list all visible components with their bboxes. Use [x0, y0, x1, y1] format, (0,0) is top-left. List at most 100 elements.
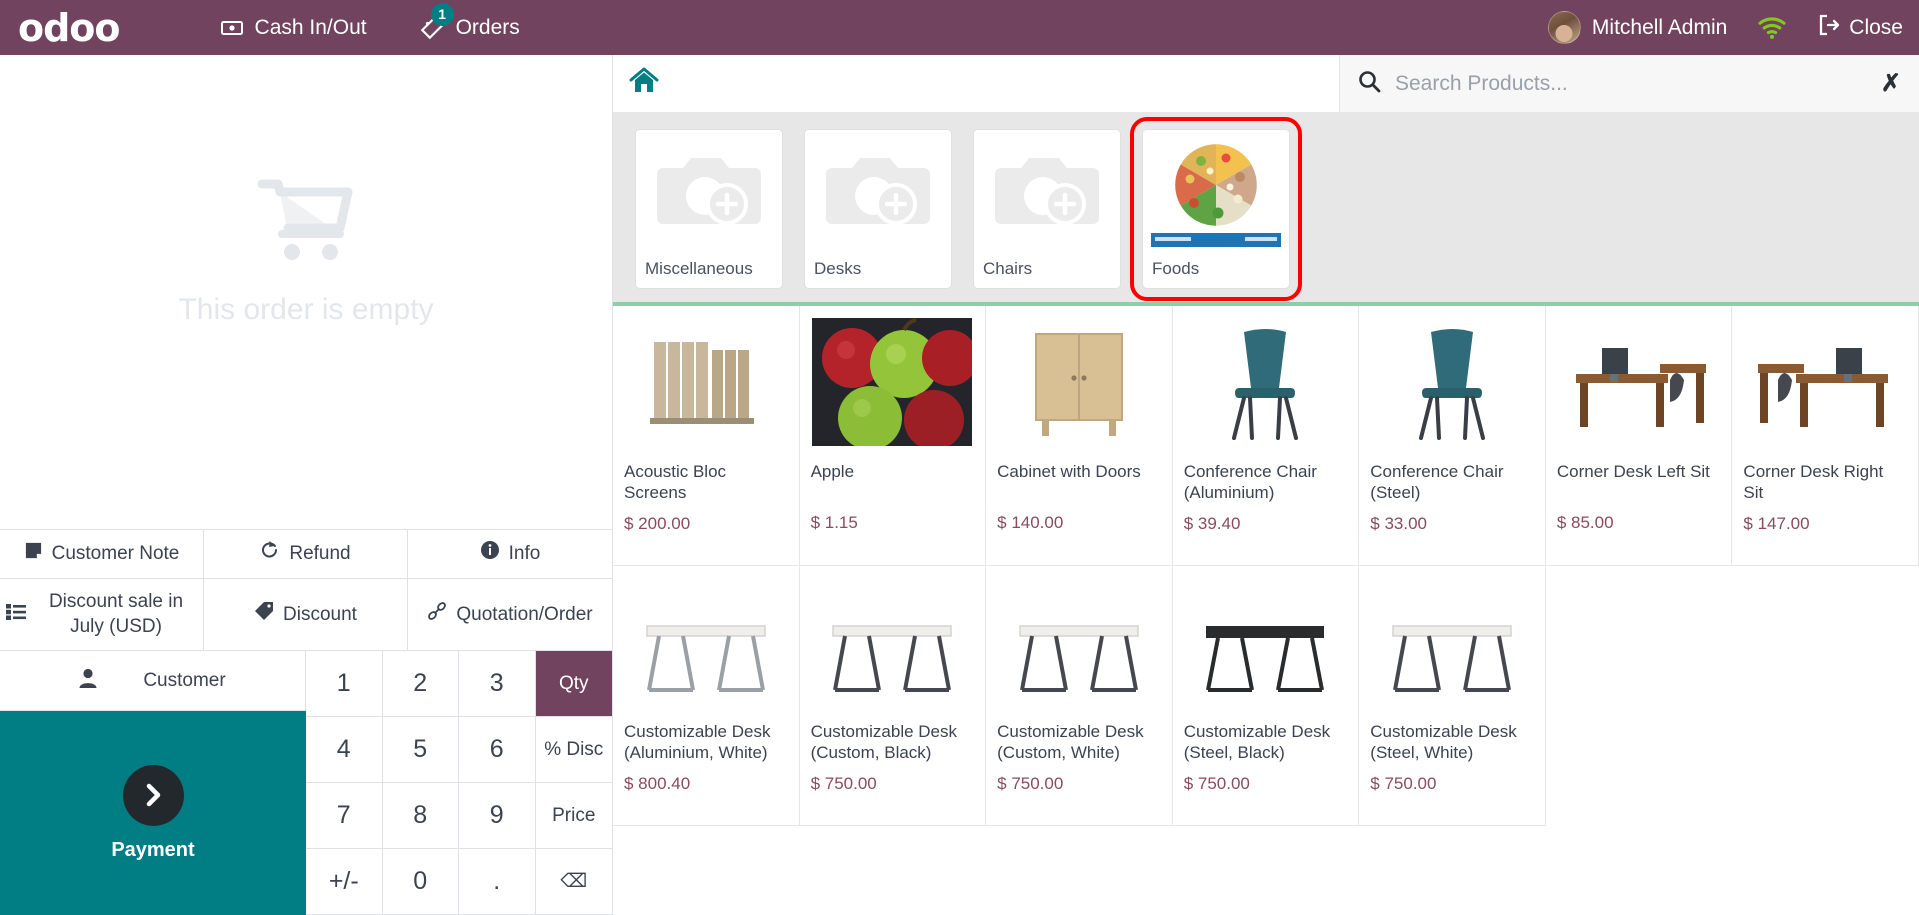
wifi-icon[interactable]: [1757, 16, 1787, 40]
category-card-foods[interactable]: Foods: [1130, 117, 1302, 301]
product-image: [624, 316, 788, 448]
numpad-key-9[interactable]: 9: [459, 783, 536, 849]
payment-button[interactable]: Payment: [0, 711, 306, 915]
user-menu[interactable]: Mitchell Admin: [1547, 11, 1728, 44]
product-name: Acoustic Bloc Screens: [624, 462, 727, 503]
link-icon: [427, 601, 447, 629]
numpad-key-7[interactable]: 7: [306, 783, 383, 849]
close-icon[interactable]: ✗: [1881, 71, 1901, 96]
numpad-key-plus-minus[interactable]: +/-: [306, 849, 383, 915]
numpad-key-8[interactable]: 8: [382, 783, 459, 849]
category-card-miscellaneous[interactable]: Miscellaneous: [636, 130, 782, 288]
product-name: Customizable Desk (Steel, Black): [1183, 722, 1331, 763]
customer-select-button[interactable]: Customer: [0, 651, 306, 711]
cash-in-out-button[interactable]: Cash In/Out: [220, 16, 367, 40]
avatar: [1547, 11, 1581, 44]
numpad-key-decimal[interactable]: .: [459, 849, 536, 915]
camera-placeholder-icon: [655, 146, 763, 237]
cash-icon: [220, 16, 244, 40]
category-card-chairs[interactable]: Chairs: [974, 130, 1120, 288]
product-card[interactable]: Corner Desk Left Sit $ 85.00: [1545, 306, 1733, 566]
tag-icon: [254, 601, 274, 629]
numpad-key-4[interactable]: 4: [306, 717, 383, 783]
product-image: [1370, 316, 1534, 448]
food-platter-image: [1147, 132, 1285, 251]
numpad-backspace-button[interactable]: ⌫: [535, 849, 612, 915]
product-price: $ 1.15: [810, 513, 858, 532]
payment-label: Payment: [111, 838, 195, 861]
product-image: [1743, 316, 1907, 448]
numpad-key-2[interactable]: 2: [382, 651, 459, 717]
customer-note-button[interactable]: Customer Note: [0, 530, 204, 579]
product-card[interactable]: Customizable Desk (Custom, Black) $ 750.…: [799, 566, 987, 826]
product-card[interactable]: Customizable Desk (Custom, White) $ 750.…: [986, 566, 1173, 826]
empty-order-placeholder: This order is empty: [0, 55, 612, 529]
product-price: $ 39.40: [1183, 513, 1241, 533]
product-price: $ 800.40: [624, 773, 691, 793]
close-session-button[interactable]: Close: [1817, 14, 1903, 42]
product-card[interactable]: Customizable Desk (Aluminium, White) $ 8…: [613, 566, 800, 826]
product-card[interactable]: Apple $ 1.15: [799, 306, 987, 566]
quotation-order-label: Quotation/Order: [456, 603, 593, 625]
list-icon: [6, 602, 26, 628]
note-icon: [24, 541, 43, 568]
discount-button[interactable]: Discount: [204, 578, 408, 651]
product-name: Apple: [810, 462, 855, 481]
product-card[interactable]: Customizable Desk (Steel, Black) $ 750.0…: [1172, 566, 1360, 826]
quotation-order-button[interactable]: Quotation/Order: [408, 579, 612, 651]
product-panel: ✗ Miscellaneous: [613, 55, 1919, 915]
refund-label: Refund: [289, 543, 351, 565]
person-icon: [79, 668, 97, 694]
main-content: This order is empty Customer Note Refund: [0, 55, 1919, 915]
numpad-mode-qty[interactable]: Qty: [535, 651, 612, 717]
product-card[interactable]: Conference Chair (Aluminium) $ 39.40: [1172, 306, 1360, 566]
info-icon: [480, 540, 500, 568]
product-price: $ 140.00: [997, 513, 1064, 532]
product-image: [1370, 576, 1534, 708]
numpad-key-5[interactable]: 5: [382, 717, 459, 783]
product-card[interactable]: Conference Chair (Steel) $ 33.00: [1359, 306, 1546, 566]
product-list-area: Acoustic Bloc Screens $ 200.00 Apple $ 1…: [613, 302, 1919, 915]
product-name: Customizable Desk (Custom, White): [997, 722, 1144, 763]
product-name: Customizable Desk (Steel, White): [1370, 722, 1517, 763]
product-card[interactable]: Acoustic Bloc Screens $ 200.00: [613, 306, 800, 566]
product-panel-header: ✗: [613, 55, 1919, 112]
numpad-key-0[interactable]: 0: [382, 849, 459, 915]
order-action-buttons: Customer Note Refund Info Discount sale …: [0, 529, 612, 651]
discount-program-button[interactable]: Discount sale in July (USD): [0, 578, 204, 651]
home-button[interactable]: [613, 67, 675, 100]
numpad-key-6[interactable]: 6: [459, 717, 536, 783]
product-name: Cabinet with Doors: [997, 462, 1141, 481]
search-input[interactable]: [1395, 71, 1867, 96]
product-image: [997, 316, 1161, 448]
product-image: [811, 576, 975, 708]
numpad-key-1[interactable]: 1: [306, 651, 383, 717]
orders-badge: 1: [430, 2, 454, 26]
order-panel: This order is empty Customer Note Refund: [0, 55, 613, 915]
product-image: [624, 576, 788, 708]
refund-button[interactable]: Refund: [204, 530, 408, 579]
discount-label: Discount: [283, 603, 357, 625]
close-label: Close: [1849, 15, 1903, 39]
product-image: [1184, 576, 1348, 708]
info-button[interactable]: Info: [408, 530, 612, 579]
product-image: [1184, 316, 1348, 448]
top-navigation-bar: odoo Cash In/Out 1 Orders Mitchell Admin: [0, 0, 1919, 55]
chevron-right-icon: [122, 764, 184, 826]
shopping-cart-icon: [257, 178, 354, 275]
product-card[interactable]: Cabinet with Doors $ 140.00: [986, 306, 1173, 566]
category-card-desks[interactable]: Desks: [805, 130, 951, 288]
product-price: $ 750.00: [810, 773, 877, 793]
numpad-mode-discount[interactable]: % Disc: [535, 717, 612, 783]
user-name: Mitchell Admin: [1591, 15, 1728, 39]
numpad: 1 2 3 Qty 4 5 6 % Disc 7 8 9 Price +/- 0…: [306, 651, 612, 915]
orders-button[interactable]: 1 Orders: [419, 2, 520, 41]
numpad-key-3[interactable]: 3: [459, 651, 536, 717]
numpad-mode-price[interactable]: Price: [535, 783, 612, 849]
product-price: $ 750.00: [997, 773, 1064, 793]
orders-label: Orders: [455, 15, 520, 39]
camera-placeholder-icon: [824, 146, 932, 237]
discount-program-label: Discount sale in July (USD): [48, 590, 184, 638]
product-card[interactable]: Corner Desk Right Sit $ 147.00: [1732, 306, 1919, 566]
product-card[interactable]: Customizable Desk (Steel, White) $ 750.0…: [1359, 566, 1546, 826]
